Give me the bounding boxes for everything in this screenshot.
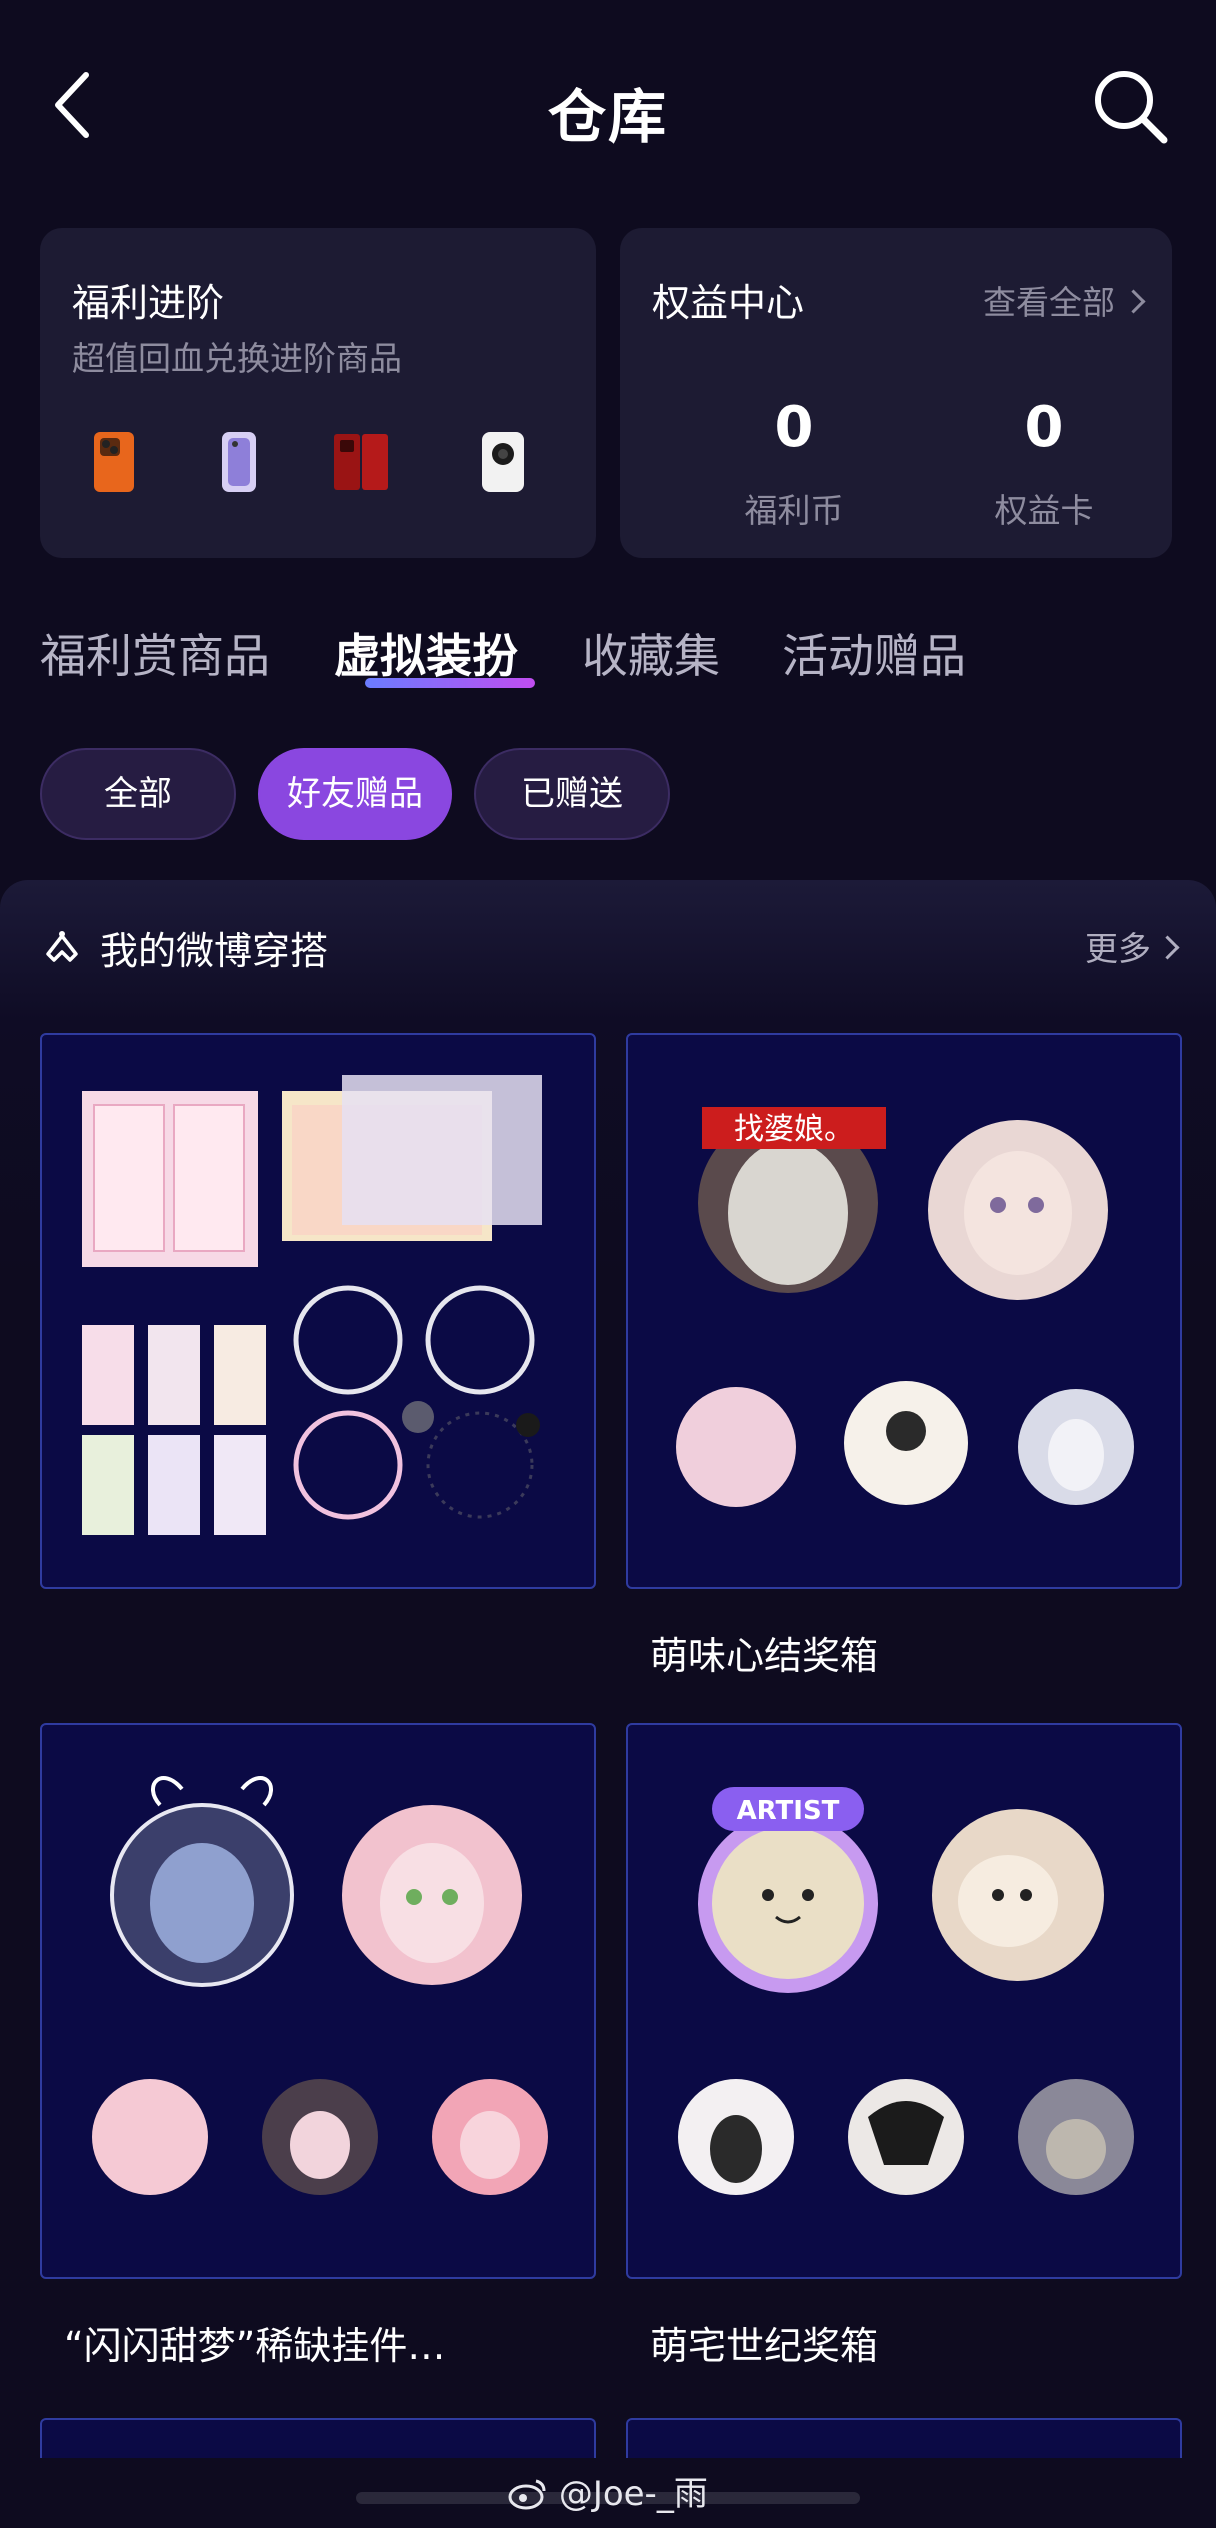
orange-phone-image bbox=[94, 432, 134, 492]
avatar-pendants-image bbox=[92, 1776, 548, 2195]
outfit-item-label: “闪闪甜梦”稀缺挂件… bbox=[64, 2324, 446, 2368]
white-phone-image bbox=[482, 432, 524, 492]
outfit-item-label: 萌味心结奖箱 bbox=[650, 1634, 879, 1678]
chevron-right-icon bbox=[1155, 935, 1180, 960]
skin-collage-image bbox=[82, 1075, 542, 1535]
rights-card-title: 权益中心 bbox=[652, 281, 805, 325]
welfare-coin-label: 福利币 bbox=[744, 491, 844, 530]
product-thumbnails bbox=[94, 432, 524, 492]
svg-text:ARTIST: ARTIST bbox=[737, 1796, 840, 1826]
welfare-coin-stat[interactable]: 0 福利币 bbox=[704, 400, 884, 532]
avatar-chests-image: ARTIST bbox=[678, 1787, 1134, 2195]
rights-card-stat[interactable]: 0 权益卡 bbox=[954, 400, 1134, 532]
welfare-coin-value: 0 bbox=[774, 395, 814, 460]
section-title: 我的微博穿搭 bbox=[100, 929, 329, 973]
watermark-text: @Joe-_雨 bbox=[558, 2474, 708, 2514]
warehouse-page: 仓库 福利进阶 超值回血兑换进阶商品 权益中心 查看全部 0 福利币 0 权益卡… bbox=[0, 0, 1216, 2528]
more-label: 更多 bbox=[1085, 929, 1151, 968]
my-weibo-outfits-section: 我的微博穿搭 更多 找婆娘。 萌味心结奖箱 “闪闪甜梦”稀缺挂件… ARTIST… bbox=[0, 880, 1216, 2528]
filter-sent-chip[interactable]: 已赠送 bbox=[474, 748, 670, 840]
search-button[interactable] bbox=[1086, 62, 1176, 152]
welfare-card-title: 福利进阶 bbox=[72, 281, 225, 325]
filter-all-chip[interactable]: 全部 bbox=[40, 748, 236, 840]
more-link[interactable]: 更多 bbox=[1085, 922, 1180, 970]
tab-virtual-dressup[interactable]: 虚拟装扮 bbox=[334, 620, 518, 686]
weibo-icon bbox=[508, 2479, 546, 2510]
top-bar: 仓库 bbox=[0, 40, 1216, 170]
welfare-upgrade-card[interactable]: 福利进阶 超值回血兑换进阶商品 bbox=[40, 228, 596, 558]
outfit-item-label: 萌宅世纪奖箱 bbox=[650, 2324, 879, 2368]
outfit-thumbnail[interactable] bbox=[40, 1033, 596, 1589]
view-all-link[interactable]: 查看全部 bbox=[983, 276, 1146, 324]
page-title: 仓库 bbox=[547, 83, 668, 151]
rights-card-label: 权益卡 bbox=[994, 491, 1094, 530]
outfit-thumbnail[interactable] bbox=[40, 1723, 596, 2279]
rights-center-card: 权益中心 查看全部 0 福利币 0 权益卡 bbox=[620, 228, 1172, 558]
outfit-thumbnail[interactable]: ARTIST bbox=[626, 1723, 1182, 2279]
outfit-item-partial[interactable] bbox=[626, 2418, 1182, 2458]
search-icon bbox=[1095, 71, 1168, 144]
tab-collections[interactable]: 收藏集 bbox=[582, 620, 720, 686]
avatar-frames-image: 找婆娘。 bbox=[676, 1107, 1134, 1507]
active-tab-indicator bbox=[365, 678, 535, 688]
tab-event-gifts[interactable]: 活动赠品 bbox=[782, 620, 966, 686]
svg-text:找婆娘。: 找婆娘。 bbox=[734, 1112, 854, 1147]
hanger-icon bbox=[46, 931, 78, 962]
purple-phone-image bbox=[222, 432, 256, 492]
chevron-right-icon bbox=[1121, 289, 1146, 314]
outfit-thumbnail[interactable]: 找婆娘。 bbox=[626, 1033, 1182, 1589]
rights-card-value: 0 bbox=[1024, 395, 1064, 460]
filter-friend-gifts-chip[interactable]: 好友赠品 bbox=[258, 748, 452, 840]
welfare-card-subtitle: 超值回血兑换进阶商品 bbox=[72, 339, 402, 378]
weibo-watermark: @Joe-_雨 bbox=[508, 2466, 708, 2515]
view-all-label: 查看全部 bbox=[983, 283, 1115, 322]
red-foldable-phone-image bbox=[334, 434, 388, 490]
outfit-item-partial[interactable] bbox=[40, 2418, 596, 2458]
tab-welfare-goods[interactable]: 福利赏商品 bbox=[40, 620, 270, 686]
